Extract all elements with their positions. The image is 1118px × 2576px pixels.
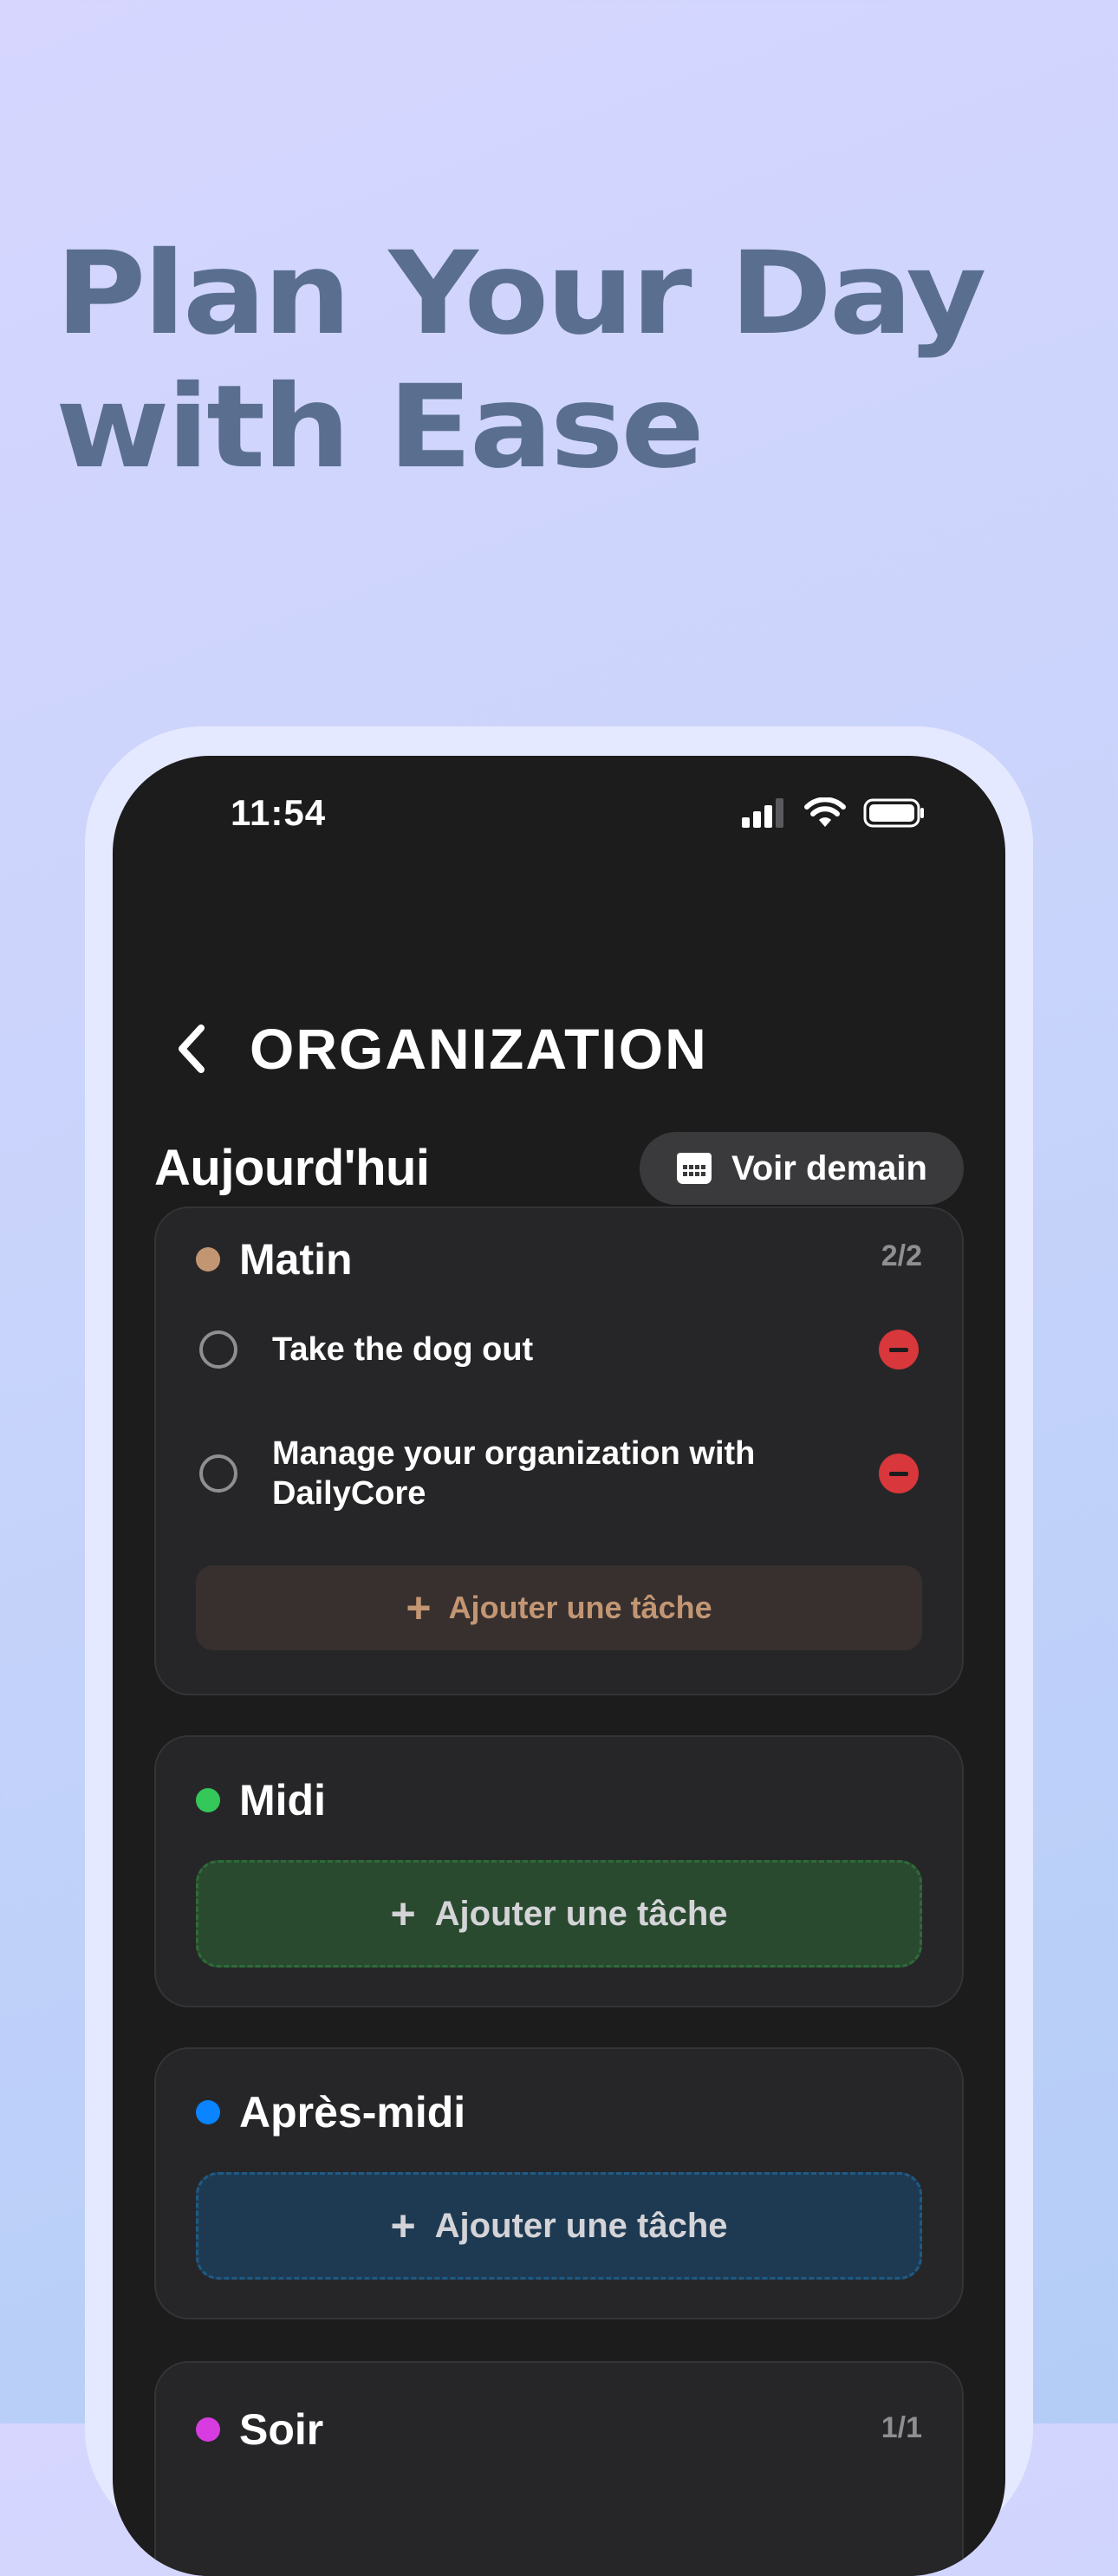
section-card-soir: Soir 1/1 <box>154 2361 964 2576</box>
section-card-apres-midi: Après-midi + Ajouter une tâche <box>154 2047 964 2319</box>
plus-icon: + <box>390 2202 416 2250</box>
section-count: 1/1 <box>881 2411 922 2444</box>
status-time: 11:54 <box>231 792 327 833</box>
task-checkbox[interactable] <box>199 1454 237 1493</box>
add-task-label: Ajouter une tâche <box>434 1894 728 1933</box>
add-task-label: Ajouter une tâche <box>448 1590 712 1625</box>
section-count: 2/2 <box>881 1239 922 1272</box>
task-item[interactable]: Manage your organization with DailyCore <box>199 1430 919 1517</box>
section-card-midi: Midi + Ajouter une tâche <box>154 1735 964 2007</box>
plus-icon: + <box>390 1890 416 1938</box>
wifi-icon <box>804 797 846 827</box>
task-item[interactable]: Take the dog out <box>199 1319 919 1380</box>
back-button[interactable] <box>165 1023 217 1075</box>
section-title: Soir <box>239 2405 324 2454</box>
next-day-label: Voir demain <box>731 1148 927 1187</box>
next-day-button[interactable]: Voir demain <box>640 1132 964 1205</box>
add-task-button[interactable]: + Ajouter une tâche <box>196 2172 922 2280</box>
add-task-button[interactable]: + Ajouter une tâche <box>196 1565 922 1650</box>
add-task-button[interactable]: + Ajouter une tâche <box>196 1860 922 1968</box>
section-header: Après-midi <box>196 2087 465 2137</box>
status-icons <box>740 797 926 829</box>
minus-icon <box>889 1347 908 1352</box>
section-title: Matin <box>239 1235 353 1284</box>
section-color-dot <box>196 2100 220 2124</box>
chevron-left-icon <box>179 1025 205 1073</box>
plus-icon: + <box>406 1584 432 1632</box>
page-title: ORGANIZATION <box>250 1017 708 1081</box>
section-header: Matin <box>196 1234 353 1285</box>
nav-header: ORGANIZATION <box>165 1016 708 1082</box>
cellular-signal-icon <box>742 798 783 828</box>
task-label: Manage your organization with DailyCore <box>272 1435 756 1512</box>
section-header: Soir <box>196 2404 323 2455</box>
section-title: Après-midi <box>239 2088 466 2137</box>
minus-icon <box>889 1471 908 1476</box>
add-task-label: Ajouter une tâche <box>434 2206 728 2245</box>
calendar-icon <box>677 1153 712 1184</box>
remove-task-button[interactable] <box>879 1330 919 1369</box>
headline-line-1: Plan Your Day <box>55 227 986 361</box>
section-header: Midi <box>196 1775 326 1825</box>
headline: Plan Your Day with Ease <box>55 227 986 494</box>
section-title: Midi <box>239 1776 326 1825</box>
day-label: Aujourd'hui <box>154 1140 430 1196</box>
battery-icon <box>863 798 924 828</box>
section-card-matin: Matin 2/2 Take the dog out Manage your o… <box>154 1207 964 1695</box>
section-color-dot <box>196 1788 220 1812</box>
task-checkbox[interactable] <box>199 1330 237 1369</box>
task-label: Take the dog out <box>272 1331 534 1368</box>
headline-line-2: with Ease <box>55 361 705 494</box>
section-color-dot <box>196 2417 220 2442</box>
phone-screen: 11:54 ORGANIZATION Aujourd'hui Voir dema… <box>113 756 1005 2576</box>
remove-task-button[interactable] <box>879 1454 919 1493</box>
section-color-dot <box>196 1247 220 1272</box>
